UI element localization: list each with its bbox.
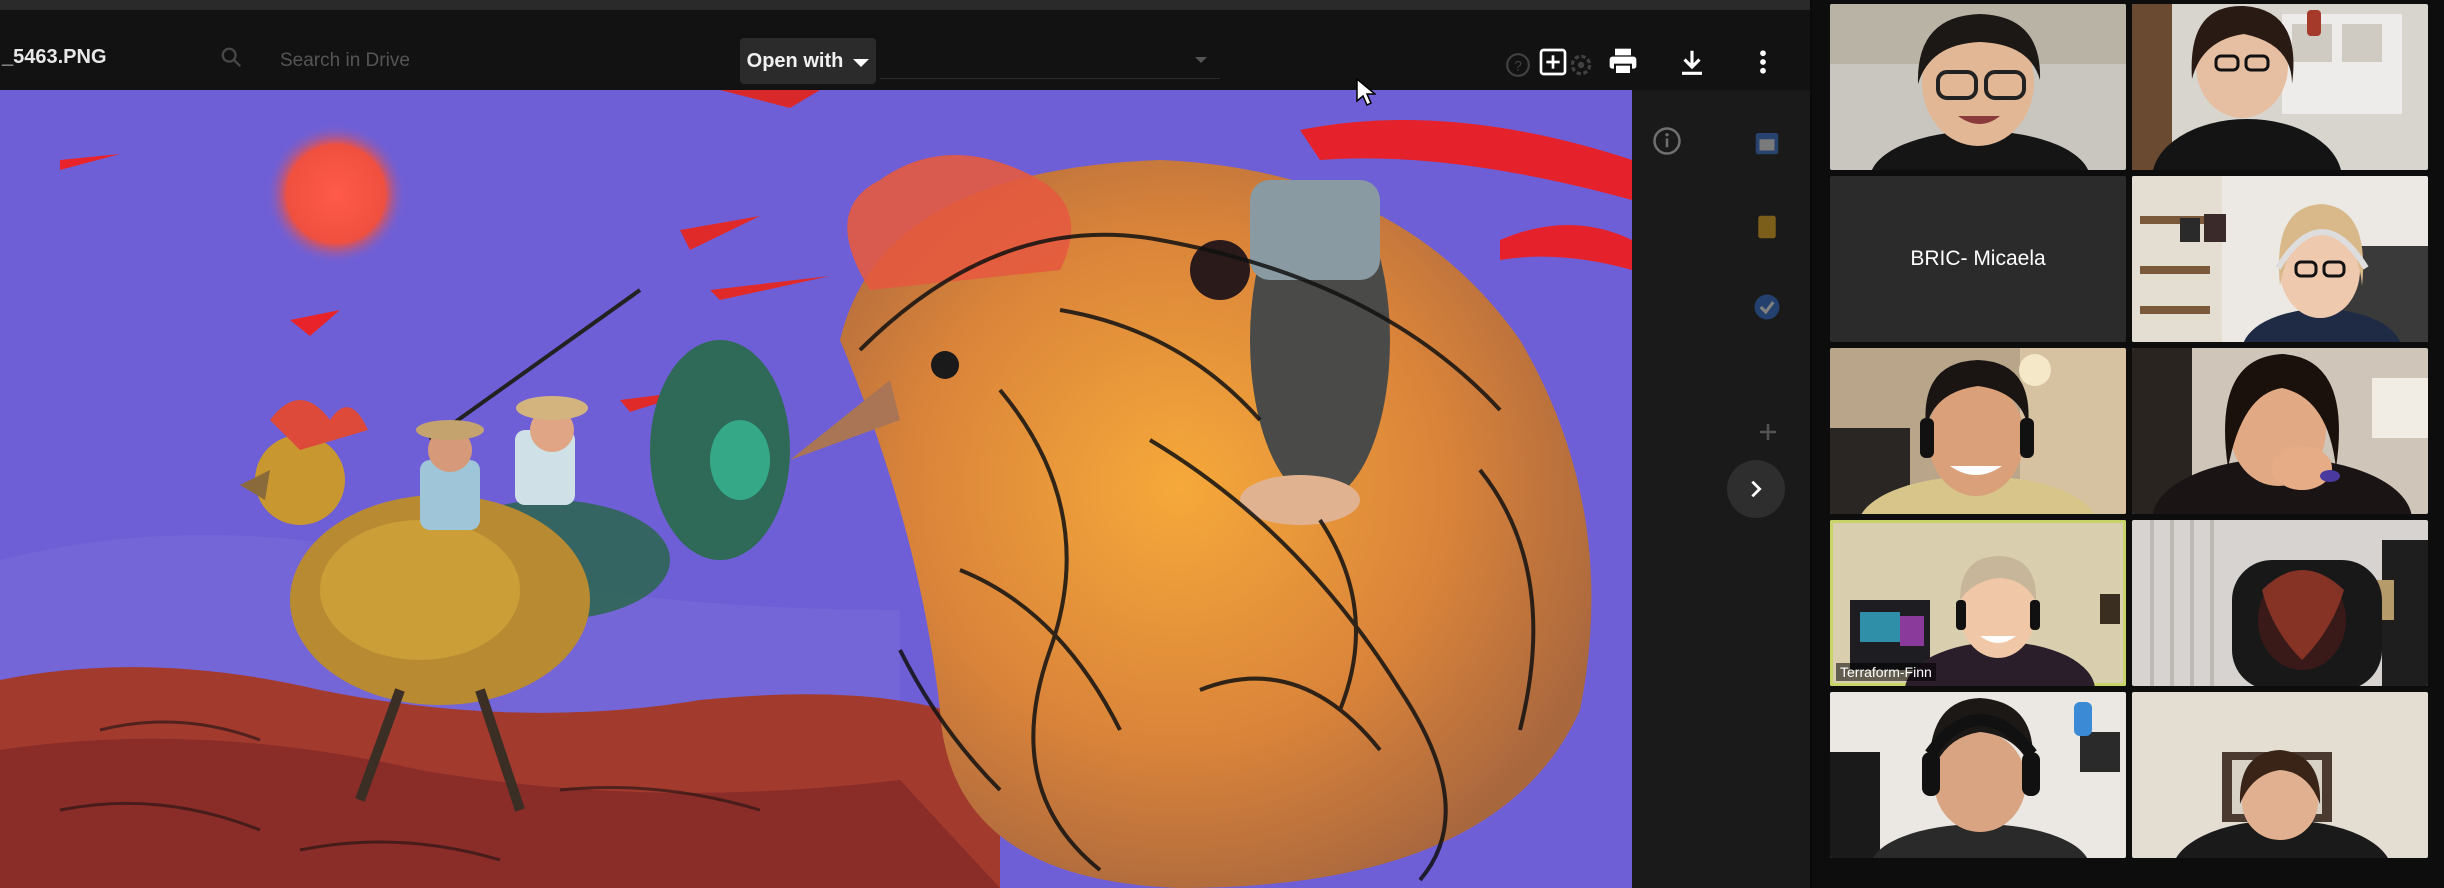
participant-tile[interactable] [1830,4,2126,170]
more-vert-icon[interactable] [1741,40,1785,84]
print-icon[interactable] [1601,40,1645,84]
participant-name: Terraform-Finn [1836,663,1936,681]
tasks-icon[interactable] [1752,292,1782,322]
participant-tile-active-speaker[interactable]: Terraform-Finn [1830,520,2126,686]
search-input[interactable]: Search in Drive [280,50,410,72]
calendar-icon[interactable] [1752,128,1782,158]
drive-file-viewer: _5463.PNG Search in Drive Open with ? [0,0,1810,888]
search-options-arrow-icon [1195,57,1207,63]
participant-tile[interactable] [2132,692,2428,858]
participant-video [1830,692,2126,858]
participant-tile[interactable]: BRIC- Micaela [1830,176,2126,342]
storyboard-image [0,90,1632,888]
mouse-cursor-icon [1356,78,1376,106]
open-with-label: Open with [746,49,844,72]
chevron-right-icon [1751,480,1762,498]
participant-video [1830,520,2126,686]
participant-tile[interactable] [1830,692,2126,858]
participant-video [2132,692,2428,858]
participant-video [2132,520,2428,686]
participant-tile[interactable] [1830,348,2126,514]
participant-name-center: BRIC- Micaela [1910,247,2046,270]
participant-tile[interactable] [2132,176,2428,342]
add-icon[interactable] [1756,420,1780,444]
next-file-button[interactable] [1727,460,1785,518]
participant-video [2132,4,2428,170]
participant-tile[interactable] [2132,348,2428,514]
search-icon [221,47,241,67]
caret-down-icon [853,59,870,67]
help-icon: ? [1506,53,1530,77]
participant-tile[interactable] [2132,4,2428,170]
participant-video [2132,176,2428,342]
info-icon[interactable] [1652,126,1682,156]
participant-video [1830,348,2126,514]
top-strip [0,0,1810,10]
participant-video [1830,4,2126,170]
participant-video [2132,348,2428,514]
keep-icon[interactable] [1752,212,1782,242]
svg-text:?: ? [1514,57,1522,73]
open-with-button[interactable]: Open with [740,38,876,84]
viewer-toolbar: _5463.PNG Search in Drive Open with ? [0,10,1810,90]
add-to-drive-icon[interactable] [1531,40,1575,84]
file-name: _5463.PNG [2,46,107,68]
participant-tile[interactable] [2132,520,2428,686]
video-call-gallery: BRIC- Micaela Terraform-Finn [1812,0,2444,888]
download-icon[interactable] [1670,40,1714,84]
search-options-field [880,44,1220,79]
